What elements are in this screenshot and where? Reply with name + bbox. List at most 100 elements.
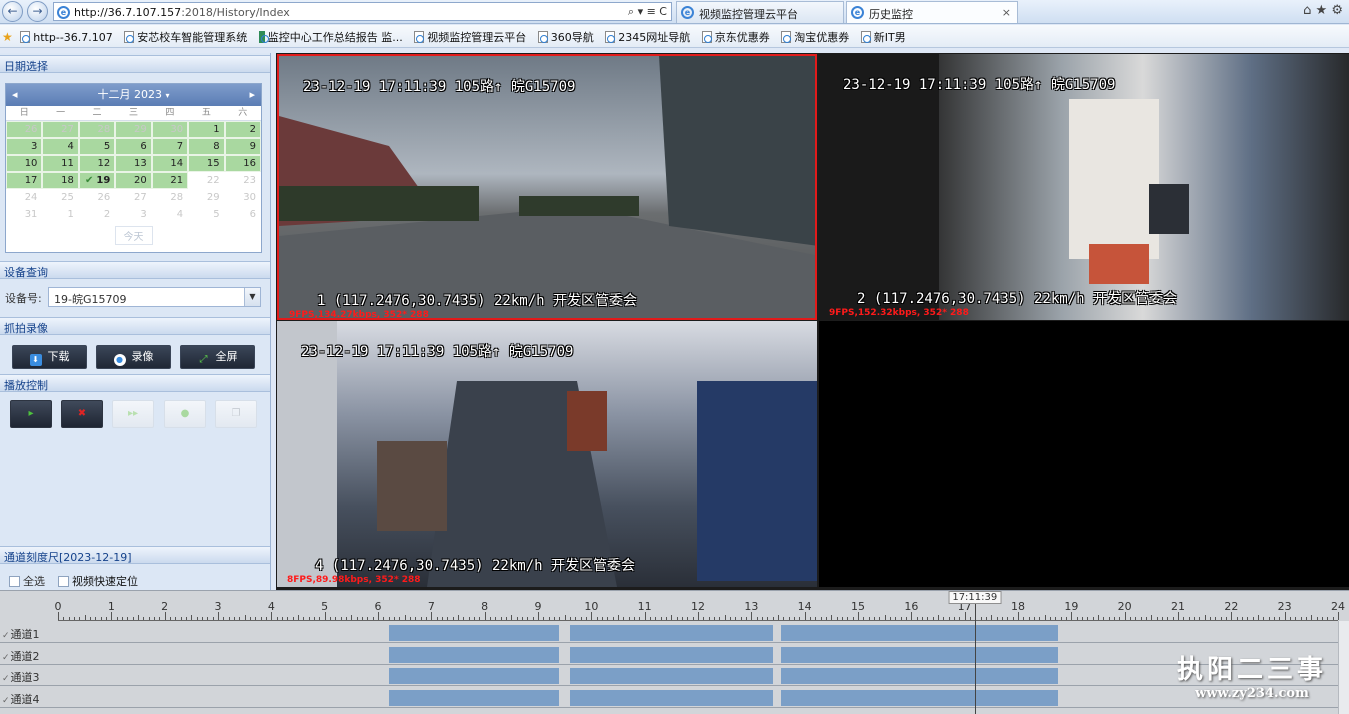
calendar-day[interactable]: 4: [151, 206, 189, 223]
calendar-day[interactable]: 4: [42, 138, 79, 155]
calendar-day[interactable]: 29: [188, 189, 225, 206]
video-channel-2[interactable]: 23-12-19 17:11:39 105路↑ 皖G15709 2 (117.2…: [819, 54, 1349, 320]
calendar-day[interactable]: 3: [6, 138, 43, 155]
address-controls[interactable]: ⌕ ▾ ≡ C: [628, 5, 667, 19]
tab-history[interactable]: e 历史监控 ×: [846, 1, 1018, 23]
calendar-day[interactable]: 13: [115, 155, 152, 172]
calendar-day[interactable]: 7: [151, 138, 189, 155]
recording-segment[interactable]: [570, 668, 773, 684]
favorite-link[interactable]: 视频监控管理云平台: [414, 29, 526, 45]
calendar-day[interactable]: 29: [115, 121, 152, 138]
fast-forward-button[interactable]: ▸▸: [112, 400, 154, 428]
recording-segment[interactable]: [570, 625, 773, 641]
calendar-day[interactable]: 28: [78, 121, 116, 138]
calendar-day[interactable]: 10: [6, 155, 43, 172]
calendar-day[interactable]: 23: [224, 172, 261, 189]
back-button[interactable]: ←: [2, 1, 23, 22]
tab-close-icon[interactable]: ×: [1002, 6, 1011, 19]
browser-home-favorites-tools[interactable]: ⌂ ★ ⚙: [1287, 0, 1349, 24]
recording-segment[interactable]: [780, 689, 1058, 706]
calendar-day[interactable]: 18: [42, 172, 79, 189]
recording-segment[interactable]: [388, 625, 560, 641]
today-button[interactable]: 今天: [114, 226, 153, 245]
time-ruler[interactable]: 0 1 2 3 4 5 6 7 8 9 10 11 12 13 14 15 16 17 18 19 20 21 22 23 24: [55, 599, 1345, 621]
recording-segment[interactable]: [388, 646, 560, 663]
record-button[interactable]: ● 录像: [96, 345, 171, 369]
favorite-link[interactable]: 新IT男: [860, 29, 906, 45]
prev-month-icon[interactable]: ◂: [12, 84, 18, 106]
calendar-day[interactable]: 12: [78, 155, 116, 172]
calendar-day[interactable]: 1: [188, 121, 225, 138]
video-channel-1[interactable]: 23-12-19 17:11:39 105路↑ 皖G15709 1 (117.2…: [277, 54, 817, 320]
calendar-day[interactable]: 24: [6, 189, 43, 206]
channel-label[interactable]: 通道1: [2, 626, 40, 642]
calendar-day[interactable]: 2: [224, 121, 261, 138]
calendar-day[interactable]: 21: [151, 172, 189, 189]
calendar-day[interactable]: 22: [188, 172, 225, 189]
calendar-day[interactable]: 11: [42, 155, 79, 172]
calendar-day[interactable]: 2: [78, 206, 116, 223]
stop-button[interactable]: ✖: [61, 400, 103, 428]
address-bar[interactable]: e http://36.7.107.157:2018/History/Index…: [53, 2, 672, 21]
calendar-day[interactable]: 16: [224, 155, 261, 172]
recording-segment[interactable]: [780, 646, 1058, 663]
favorites-star-icon[interactable]: ★: [2, 30, 15, 44]
calendar-day[interactable]: 6: [224, 206, 261, 223]
video-channel-4[interactable]: 23-12-19 17:11:39 105路↑ 皖G15709 4 (117.2…: [277, 321, 817, 587]
calendar-day[interactable]: 9: [224, 138, 261, 155]
recording-segment[interactable]: [780, 625, 1058, 641]
calendar-day[interactable]: 6: [115, 138, 152, 155]
step-button[interactable]: ●: [164, 400, 206, 428]
select-all-checkbox[interactable]: 全选: [9, 573, 45, 589]
snapshot-button[interactable]: ❐: [215, 400, 257, 428]
device-select[interactable]: 19-皖G15709 ▼: [48, 287, 261, 307]
fullscreen-button[interactable]: ⤢ 全屏: [180, 345, 255, 369]
calendar-day[interactable]: 27: [42, 121, 79, 138]
play-button[interactable]: ▸: [10, 400, 52, 428]
calendar-day[interactable]: 5: [188, 206, 225, 223]
recording-segment[interactable]: [570, 689, 773, 706]
calendar-day[interactable]: 3: [115, 206, 152, 223]
favorite-link[interactable]: 安芯校车智能管理系统: [124, 29, 247, 45]
calendar-day[interactable]: 19: [78, 172, 116, 189]
recording-segment[interactable]: [388, 689, 560, 706]
favorite-link[interactable]: 360导航: [537, 29, 594, 45]
calendar-day[interactable]: 26: [78, 189, 116, 206]
calendar-day[interactable]: 30: [224, 189, 261, 206]
channel-label[interactable]: 通道4: [2, 691, 40, 707]
calendar-day[interactable]: 1: [42, 206, 79, 223]
calendar-day[interactable]: 14: [151, 155, 189, 172]
tab-video-platform[interactable]: e 视频监控管理云平台: [676, 1, 844, 23]
recording-segment[interactable]: [780, 668, 1058, 684]
calendar-day[interactable]: 8: [188, 138, 225, 155]
calendar-day[interactable]: 28: [151, 189, 189, 206]
timeline-scrollbar[interactable]: [1338, 621, 1349, 714]
calendar-day[interactable]: 5: [78, 138, 116, 155]
forward-button[interactable]: →: [27, 1, 48, 22]
favorite-link[interactable]: 京东优惠券: [701, 29, 770, 45]
recording-segment[interactable]: [570, 646, 773, 663]
calendar-day[interactable]: 25: [42, 189, 79, 206]
time-cursor[interactable]: [974, 599, 976, 714]
calendar-day[interactable]: 30: [151, 121, 189, 138]
next-month-icon[interactable]: ▸: [249, 84, 255, 106]
quick-locate-checkbox[interactable]: 视频快速定位: [58, 573, 138, 589]
calendar-day[interactable]: 15: [188, 155, 225, 172]
calendar-month[interactable]: 十二月 2023 ▾: [97, 88, 169, 101]
calendar-day[interactable]: 27: [115, 189, 152, 206]
channel-label[interactable]: 通道3: [2, 669, 40, 685]
chevron-down-icon[interactable]: ▼: [244, 288, 260, 306]
calendar-day[interactable]: 17: [6, 172, 43, 189]
favorite-link[interactable]: 监控中心工作总结报告 监...: [258, 29, 403, 45]
recording-segment[interactable]: [388, 668, 560, 684]
calendar-day[interactable]: 20: [115, 172, 152, 189]
ruler-tick: [1002, 617, 1003, 620]
channel-label[interactable]: 通道2: [2, 648, 40, 664]
favorite-link[interactable]: 2345网址导航: [605, 29, 690, 45]
video-channel-empty[interactable]: [819, 321, 1349, 587]
favorite-link[interactable]: 淘宝优惠券: [781, 29, 849, 45]
calendar-day[interactable]: 26: [6, 121, 43, 138]
favorite-link[interactable]: http--36.7.107: [20, 31, 113, 44]
calendar-day[interactable]: 31: [6, 206, 43, 223]
download-button[interactable]: ⬇ 下载: [12, 345, 87, 369]
